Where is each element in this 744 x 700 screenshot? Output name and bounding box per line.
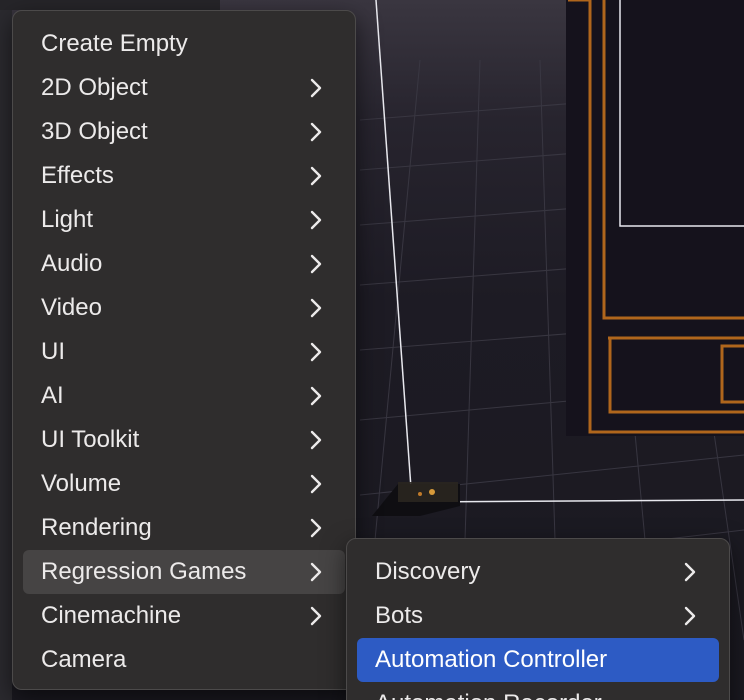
- chevron-right-icon: [309, 254, 323, 274]
- chevron-right-icon: [683, 606, 697, 626]
- menu-item-label: Automation Controller: [375, 646, 608, 673]
- menu-item-create-empty[interactable]: Create Empty: [23, 22, 345, 66]
- menu-item-video[interactable]: Video: [23, 286, 345, 330]
- menu-item-label: 2D Object: [41, 74, 148, 101]
- menu-item-3d-object[interactable]: 3D Object: [23, 110, 345, 154]
- menu-item-label: Volume: [41, 470, 122, 497]
- menu-item-label: Automation Recorder: [375, 690, 602, 700]
- submenu-item-bots[interactable]: Bots: [357, 594, 719, 638]
- menu-item-effects[interactable]: Effects: [23, 154, 345, 198]
- chevron-right-icon: [309, 342, 323, 362]
- toolbar-edge: [0, 0, 220, 10]
- menu-item-label: Create Empty: [41, 30, 188, 57]
- chevron-right-icon: [309, 518, 323, 538]
- hierarchy-panel-edge: [0, 0, 12, 700]
- menu-item-rendering[interactable]: Rendering: [23, 506, 345, 550]
- menu-item-label: Rendering: [41, 514, 152, 541]
- menu-item-label: Light: [41, 206, 94, 233]
- chevron-right-icon: [309, 606, 323, 626]
- chevron-right-icon: [309, 386, 323, 406]
- menu-item-light[interactable]: Light: [23, 198, 345, 242]
- chevron-right-icon: [309, 166, 323, 186]
- chevron-right-icon: [309, 430, 323, 450]
- create-context-menu: Create Empty 2D Object 3D Object Effects…: [12, 10, 356, 690]
- menu-item-ai[interactable]: AI: [23, 374, 345, 418]
- submenu-item-automation-recorder[interactable]: Automation Recorder: [357, 682, 719, 700]
- menu-item-label: Regression Games: [41, 558, 247, 585]
- menu-item-label: Audio: [41, 250, 103, 277]
- menu-item-cinemachine[interactable]: Cinemachine: [23, 594, 345, 638]
- submenu-item-automation-controller[interactable]: Automation Controller: [357, 638, 719, 682]
- menu-item-2d-object[interactable]: 2D Object: [23, 66, 345, 110]
- menu-item-label: Cinemachine: [41, 602, 182, 629]
- editor-window: Create Empty 2D Object 3D Object Effects…: [0, 0, 744, 700]
- menu-item-label: AI: [41, 382, 64, 409]
- chevron-right-icon: [309, 474, 323, 494]
- menu-item-camera[interactable]: Camera: [23, 638, 345, 682]
- submenu-item-discovery[interactable]: Discovery: [357, 550, 719, 594]
- menu-item-label: Video: [41, 294, 102, 321]
- menu-item-audio[interactable]: Audio: [23, 242, 345, 286]
- menu-item-label: Discovery: [375, 558, 481, 585]
- menu-item-label: 3D Object: [41, 118, 148, 145]
- menu-item-volume[interactable]: Volume: [23, 462, 345, 506]
- chevron-right-icon: [309, 298, 323, 318]
- menu-item-label: Bots: [375, 602, 424, 629]
- menu-item-ui[interactable]: UI: [23, 330, 345, 374]
- menu-item-label: UI: [41, 338, 65, 365]
- scene-object[interactable]: [372, 482, 460, 516]
- menu-item-label: UI Toolkit: [41, 426, 140, 453]
- menu-item-regression-games[interactable]: Regression Games: [23, 550, 345, 594]
- menu-item-label: Camera: [41, 646, 127, 673]
- chevron-right-icon: [309, 562, 323, 582]
- menu-item-ui-toolkit[interactable]: UI Toolkit: [23, 418, 345, 462]
- menu-item-label: Effects: [41, 162, 114, 189]
- regression-games-submenu: Discovery Bots Automation Controller Aut…: [346, 538, 730, 700]
- chevron-right-icon: [683, 562, 697, 582]
- chevron-right-icon: [309, 210, 323, 230]
- chevron-right-icon: [309, 78, 323, 98]
- chevron-right-icon: [309, 122, 323, 142]
